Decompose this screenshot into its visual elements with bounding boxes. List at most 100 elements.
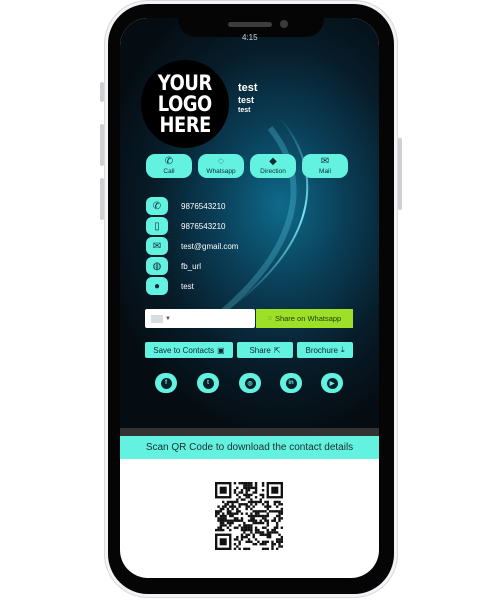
- qr-module: [240, 482, 244, 485]
- qr-module: [219, 526, 223, 529]
- qr-module: [250, 531, 253, 534]
- qr-module: [243, 528, 246, 532]
- twitter-link[interactable]: t: [197, 373, 219, 393]
- qr-module: [261, 510, 265, 513]
- qr-module: [254, 491, 258, 494]
- location-pin-icon: ●: [146, 277, 168, 295]
- qr-module: [271, 531, 274, 534]
- qr-module: [215, 512, 218, 515]
- qr-module: [243, 531, 246, 534]
- qr-module: [231, 500, 234, 504]
- qr-module: [243, 526, 246, 529]
- qr-module: [278, 503, 281, 506]
- share-button[interactable]: Share ⇱: [237, 342, 293, 358]
- youtube-link[interactable]: ▶: [321, 373, 343, 393]
- qr-module: [243, 484, 246, 487]
- qr-module: [250, 493, 253, 497]
- direction-icon: ◆: [269, 155, 277, 167]
- call-button[interactable]: ✆ Call: [146, 154, 192, 178]
- contact-row-address[interactable]: ● test: [146, 277, 194, 295]
- qr-module: [224, 519, 227, 522]
- download-icon: ⤓: [340, 345, 345, 354]
- speaker-grille: [228, 22, 272, 27]
- contact-row-mobile[interactable]: ▯ 9876543210: [146, 217, 226, 235]
- qr-module: [247, 528, 251, 532]
- twitter-icon: t: [202, 377, 214, 389]
- linkedin-link[interactable]: in: [280, 373, 302, 393]
- qr-module: [259, 498, 262, 501]
- youtube-icon: ▶: [326, 377, 338, 389]
- qr-module: [233, 542, 237, 546]
- instagram-link[interactable]: ◎: [239, 373, 261, 393]
- qr-module: [229, 519, 232, 522]
- qr-module: [240, 533, 244, 536]
- qr-module: [215, 514, 218, 518]
- qr-module: [217, 528, 220, 532]
- qr-module: [238, 540, 241, 544]
- qr-module: [278, 538, 281, 541]
- facebook-link[interactable]: f: [155, 373, 177, 393]
- qr-module: [226, 512, 230, 515]
- qr-module: [250, 517, 253, 520]
- share-icon: ⇱: [273, 345, 281, 355]
- qr-module: [222, 512, 225, 515]
- qr-module: [264, 533, 267, 536]
- save-to-contacts-button[interactable]: Save to Contacts ▣: [145, 342, 233, 358]
- qr-module: [224, 524, 227, 527]
- profile-designation: test: [238, 95, 255, 105]
- contact-row-website[interactable]: ◍ fb_url: [146, 257, 201, 275]
- whatsapp-number-input[interactable]: ▼: [145, 309, 255, 328]
- contact-row-email[interactable]: ✉ test@gmail.com: [146, 237, 238, 255]
- qr-module: [266, 519, 269, 522]
- brochure-button[interactable]: Brochure ⤓: [297, 342, 353, 358]
- qr-module: [252, 519, 255, 522]
- qr-module: [224, 514, 227, 518]
- mail-button[interactable]: ✉ Mail: [302, 154, 348, 178]
- qr-module: [245, 484, 248, 487]
- qr-module: [245, 505, 248, 508]
- qr-module: [254, 496, 258, 499]
- qr-module: [252, 491, 255, 494]
- qr-module: [252, 486, 255, 490]
- qr-module: [219, 514, 223, 518]
- chevron-down-icon[interactable]: ▼: [165, 316, 171, 322]
- qr-module: [259, 521, 262, 525]
- qr-module: [268, 510, 272, 513]
- facebook-icon: f: [160, 377, 172, 389]
- qr-module: [247, 486, 251, 490]
- qr-module: [259, 514, 262, 518]
- qr-module: [236, 507, 239, 511]
- qr-module: [271, 528, 274, 532]
- qr-module: [261, 489, 265, 492]
- qr-module: [243, 503, 246, 506]
- qr-module: [268, 531, 272, 534]
- direction-button[interactable]: ◆ Direction: [250, 154, 296, 178]
- qr-module: [231, 519, 234, 522]
- qr-module: [250, 512, 253, 515]
- qr-module: [266, 512, 269, 515]
- whatsapp-button[interactable]: ◌ Whatsapp: [198, 154, 244, 178]
- qr-module: [217, 526, 220, 529]
- qr-module: [252, 514, 255, 518]
- qr-module: [271, 547, 274, 551]
- qr-module: [254, 503, 258, 506]
- qr-module: [250, 514, 253, 518]
- qr-module: [259, 519, 262, 522]
- qr-module: [264, 526, 267, 529]
- instagram-icon: ◎: [244, 377, 256, 389]
- qr-module: [240, 538, 244, 541]
- qr-module: [238, 503, 241, 506]
- qr-module: [266, 547, 269, 551]
- qr-module: [245, 533, 248, 536]
- qr-module: [233, 519, 237, 522]
- qr-module: [273, 531, 277, 534]
- contact-row-phone[interactable]: ✆ 9876543210: [146, 197, 226, 215]
- country-flag-icon[interactable]: [151, 314, 163, 323]
- share-on-whatsapp-button[interactable]: ◌ Share on Whatsapp: [256, 309, 353, 328]
- qr-module: [275, 500, 279, 504]
- contact-website: fb_url: [181, 261, 202, 271]
- qr-module: [275, 540, 279, 544]
- qr-module: [247, 533, 251, 536]
- qr-module: [278, 510, 281, 513]
- qr-module: [254, 528, 258, 532]
